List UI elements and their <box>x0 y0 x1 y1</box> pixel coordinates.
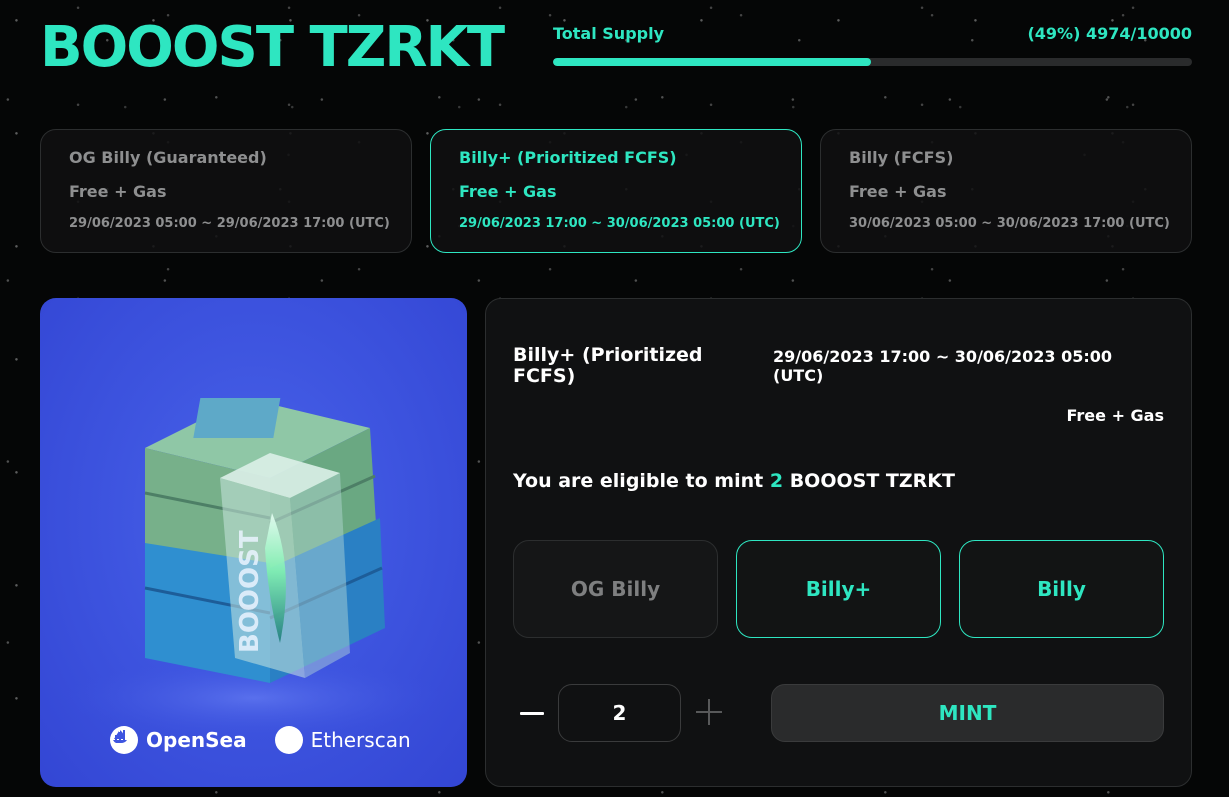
nft-artwork: BOOOST OpenSea Etherscan <box>40 298 467 787</box>
phase-name: Billy+ (Prioritized FCFS) <box>459 148 677 167</box>
mint-phase-name: Billy+ (Prioritized FCFS) <box>513 344 703 387</box>
mint-phase-time: 29/06/2023 17:00 ~ 30/06/2023 05:00 (UTC… <box>773 347 1113 385</box>
phase-price: Free + Gas <box>69 182 167 201</box>
mint-panel: Billy+ (Prioritized FCFS) 29/06/2023 17:… <box>485 298 1192 787</box>
tier-billy-plus-button[interactable]: Billy+ <box>736 540 941 638</box>
etherscan-icon <box>115 726 303 754</box>
minus-icon[interactable] <box>513 697 551 729</box>
eligibility-prefix: You are eligible to mint <box>513 470 764 492</box>
etherscan-link[interactable]: Etherscan <box>115 726 411 754</box>
external-links: OpenSea Etherscan <box>110 726 411 754</box>
phase-time: 30/06/2023 05:00 ~ 30/06/2023 17:00 (UTC… <box>849 216 1170 231</box>
page-title: BOOOST TZRKT <box>40 15 505 80</box>
total-supply-count: (49%) 4974/10000 <box>1027 24 1192 43</box>
supply-progress-bar <box>553 58 1192 66</box>
tier-og-billy-button[interactable]: OG Billy <box>513 540 718 638</box>
box-lettering: BOOOST <box>235 530 265 653</box>
phase-card-og-billy[interactable]: OG Billy (Guaranteed) Free + Gas 29/06/2… <box>40 129 412 253</box>
phase-name: Billy (FCFS) <box>849 148 954 167</box>
eligibility-suffix: BOOOST TZRKT <box>789 470 955 492</box>
phase-price: Free + Gas <box>849 182 947 201</box>
total-supply-label: Total Supply <box>553 24 665 43</box>
eligibility-message: You are eligible to mint 2 BOOOST TZRKT <box>513 470 955 492</box>
plus-icon[interactable] <box>693 697 725 729</box>
eligibility-quantity: 2 <box>769 470 784 492</box>
phase-card-billy[interactable]: Billy (FCFS) Free + Gas 30/06/2023 05:00… <box>820 129 1192 253</box>
booost-cube-image: BOOOST <box>64 398 444 738</box>
quantity-input[interactable] <box>558 684 681 742</box>
phase-card-billy-plus[interactable]: Billy+ (Prioritized FCFS) Free + Gas 29/… <box>430 129 802 253</box>
etherscan-label: Etherscan <box>310 728 411 752</box>
phase-time: 29/06/2023 17:00 ~ 30/06/2023 05:00 (UTC… <box>459 216 780 231</box>
tier-billy-button[interactable]: Billy <box>959 540 1164 638</box>
phase-time: 29/06/2023 05:00 ~ 29/06/2023 17:00 (UTC… <box>69 216 390 231</box>
phase-name: OG Billy (Guaranteed) <box>69 148 267 167</box>
mint-phase-price: Free + Gas <box>1066 406 1165 425</box>
opensea-label: OpenSea <box>146 728 247 752</box>
opensea-link[interactable]: OpenSea <box>110 726 247 754</box>
supply-progress-fill <box>553 58 871 66</box>
mint-button[interactable]: MINT <box>771 684 1164 742</box>
phase-price: Free + Gas <box>459 182 557 201</box>
